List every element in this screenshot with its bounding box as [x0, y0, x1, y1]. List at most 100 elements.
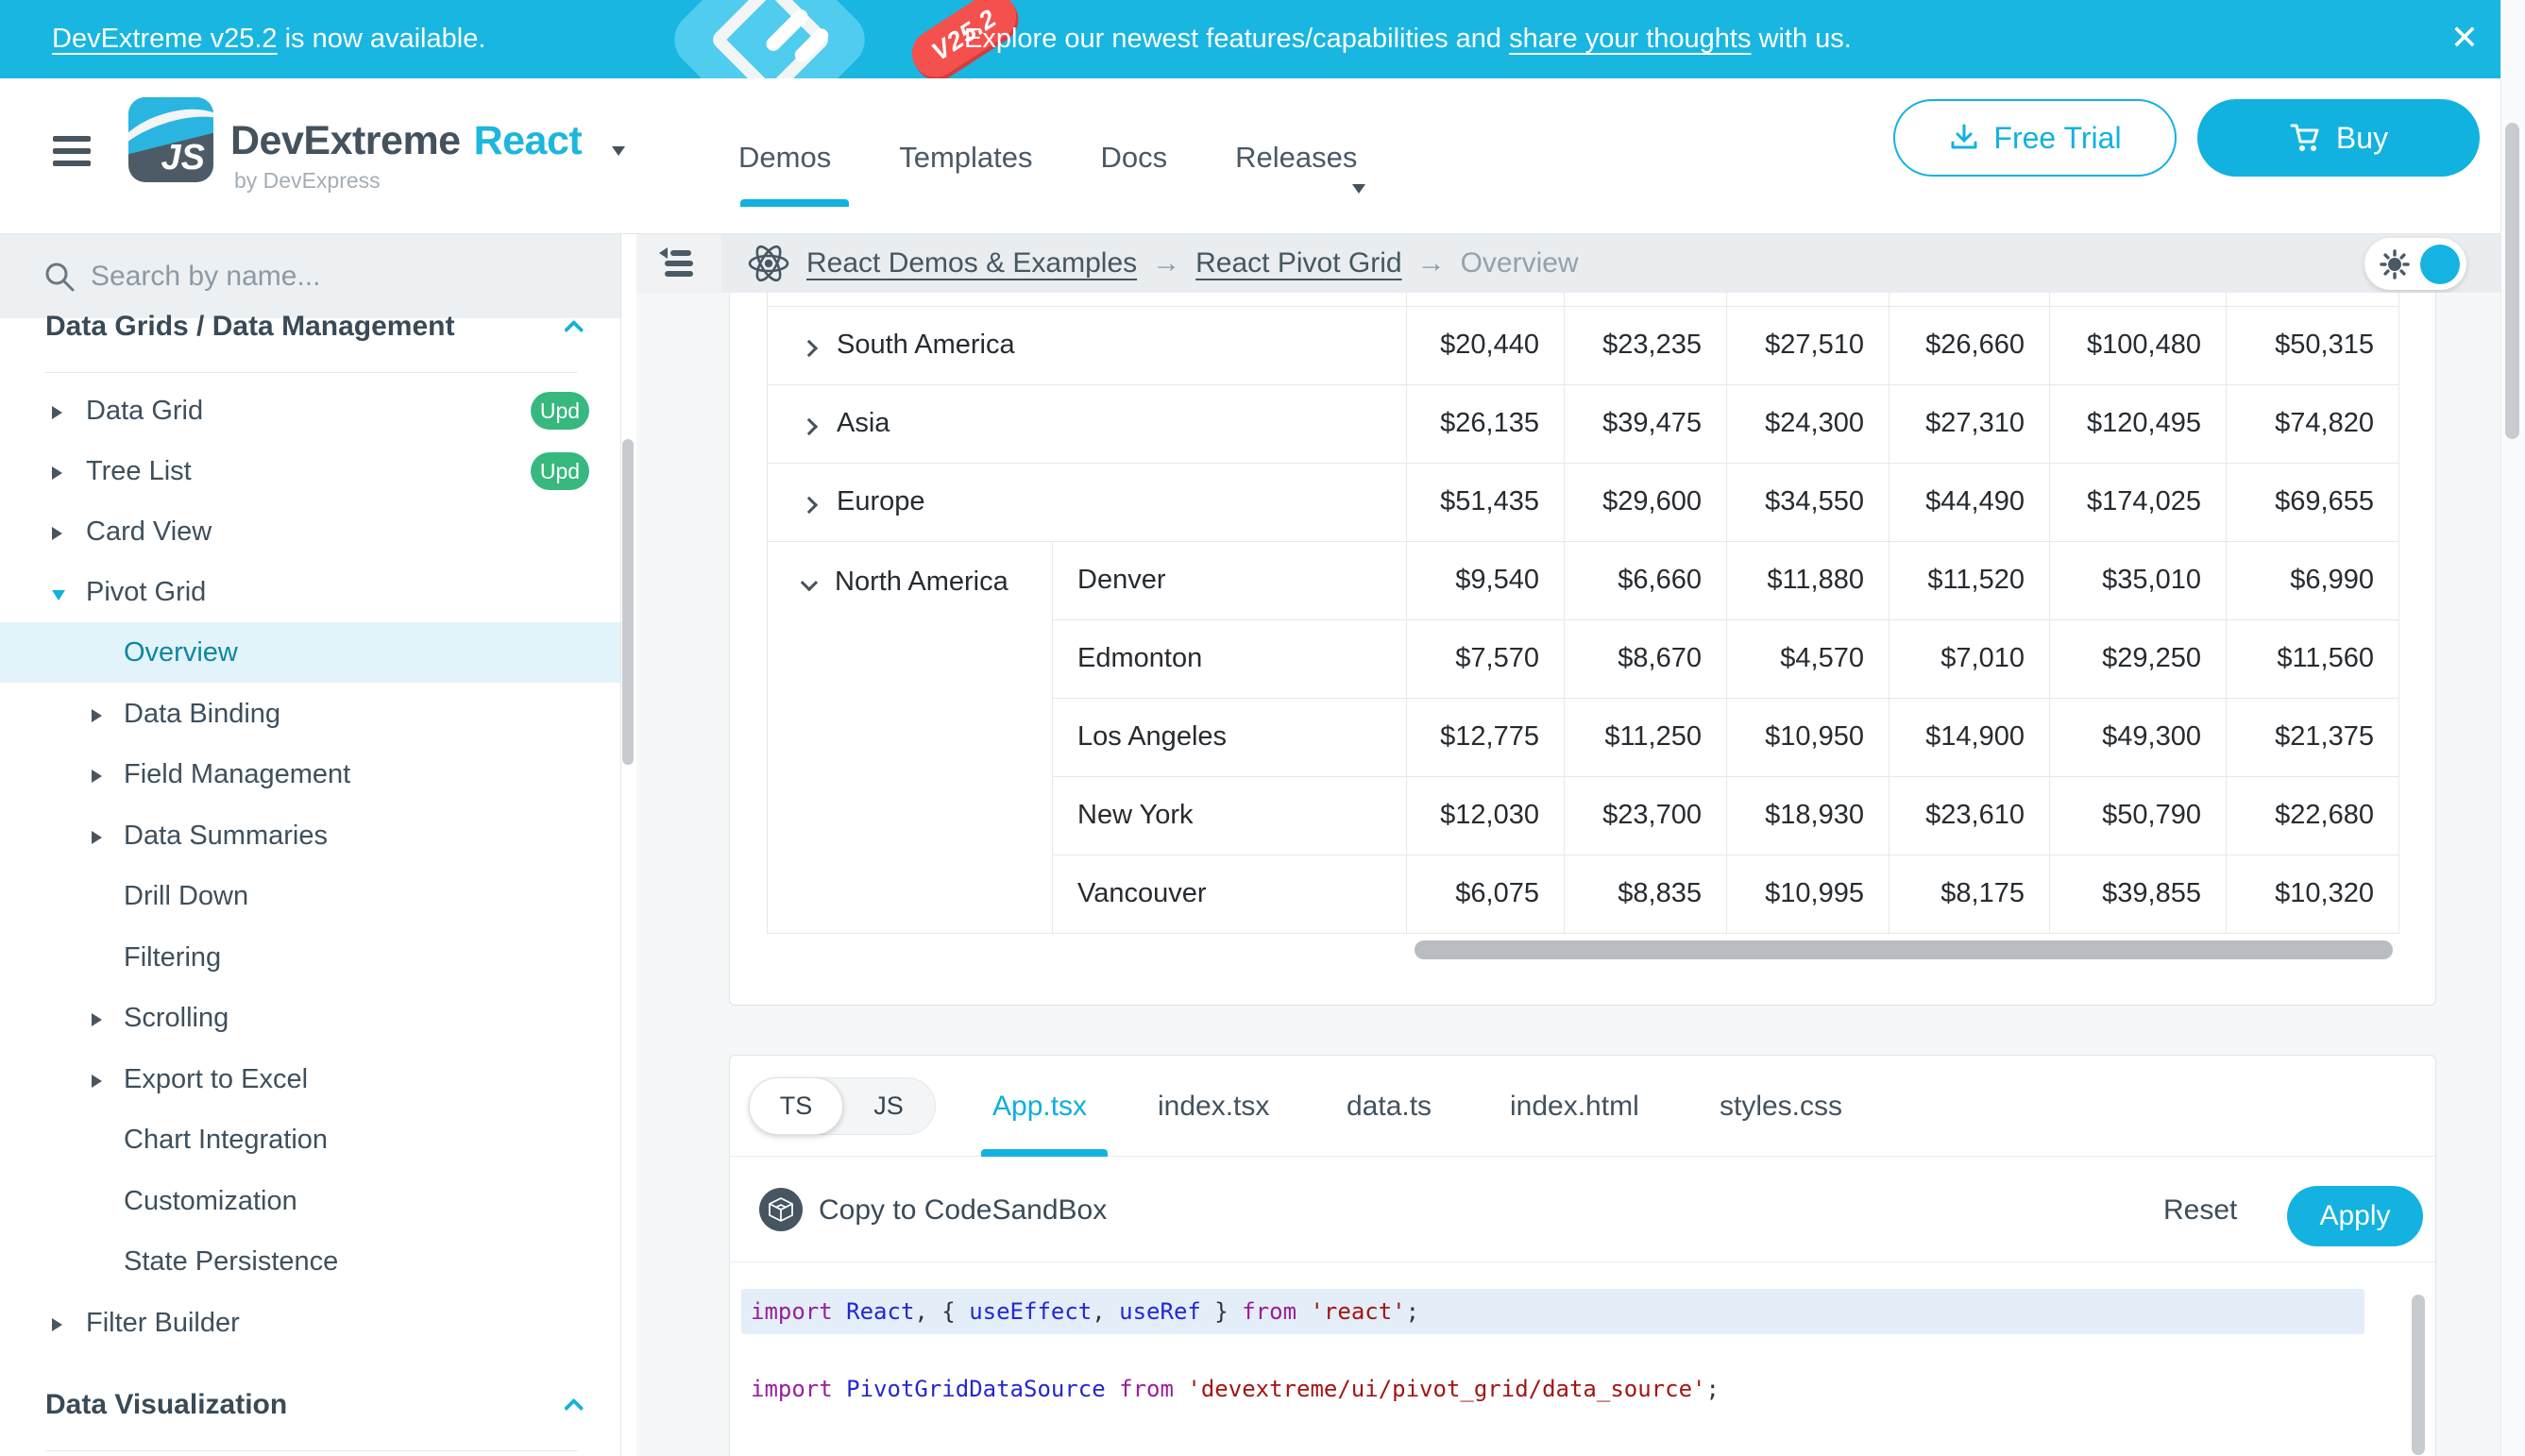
free-trial-button[interactable]: Free Trial	[1893, 99, 2177, 177]
code-line: import PivotGridDataSource from 'devextr…	[751, 1376, 1720, 1402]
nav-releases[interactable]: Releases	[1235, 141, 1357, 175]
caret-right-icon	[52, 406, 62, 419]
caret-down-icon	[52, 590, 65, 601]
banner-version-link[interactable]: DevExtreme v25.2	[52, 24, 278, 54]
framework-name: React	[474, 118, 583, 163]
expand-row-south-america[interactable]: South America	[768, 306, 1407, 384]
hamburger-menu-icon[interactable]	[53, 136, 91, 175]
active-nav-underline	[740, 199, 849, 207]
table-row-asia: Asia $26,135 $39,475 $24,300 $27,310 $12…	[768, 384, 2399, 463]
buy-button[interactable]: Buy	[2197, 99, 2480, 177]
framework-dropdown-caret-icon[interactable]	[612, 146, 625, 156]
sidebar-item-state-persistence[interactable]: State Persistence	[0, 1231, 620, 1292]
expand-row-europe[interactable]: Europe	[768, 463, 1407, 541]
chevron-up-icon	[564, 319, 584, 339]
breadcrumb-separator: →	[1152, 247, 1180, 279]
sidebar-item-tree-list[interactable]: Tree List Upd	[0, 441, 620, 501]
brand-title[interactable]: DevExtremeReact	[230, 118, 582, 164]
app-root: DevExtreme v25.2 is now available. V25.2…	[0, 0, 2525, 1456]
code-line: import React, { useEffect, useRef } from…	[751, 1298, 1419, 1325]
react-icon	[746, 241, 791, 286]
sidebar-item-card-view[interactable]: Card View	[0, 501, 620, 562]
sidebar-item-export-to-excel[interactable]: Export to Excel	[0, 1049, 620, 1109]
nav-templates[interactable]: Templates	[899, 141, 1032, 175]
breadcrumb-separator: →	[1417, 247, 1446, 279]
sidebar-item-filter-builder[interactable]: Filter Builder	[0, 1293, 620, 1353]
table-row-denver: North America Denver $9,540 $6,660 $11,8…	[768, 541, 2399, 619]
caret-right-icon	[92, 1075, 102, 1088]
sidebar-section-data-visualization[interactable]: Data Visualization	[45, 1380, 584, 1430]
tab-app-tsx[interactable]: App.tsx	[992, 1091, 1087, 1123]
chevron-down-icon	[801, 573, 818, 590]
chevron-right-icon	[801, 418, 818, 435]
pivot-horizontal-scrollbar[interactable]	[1415, 940, 2393, 959]
code-editor[interactable]: import React, { useEffect, useRef } from…	[730, 1262, 2435, 1456]
nav-docs[interactable]: Docs	[1101, 141, 1168, 175]
lang-js-option[interactable]: JS	[842, 1078, 935, 1134]
cart-icon	[2289, 123, 2321, 153]
sidebar-item-customization[interactable]: Customization	[0, 1171, 620, 1231]
upd-badge: Upd	[531, 392, 589, 430]
sidebar-item-chart-integration[interactable]: Chart Integration	[0, 1109, 620, 1170]
divider	[45, 372, 578, 373]
sidebar-divider	[620, 234, 621, 1456]
banner-left-text: DevExtreme v25.2 is now available.	[52, 0, 485, 78]
sidebar-item-drill-down[interactable]: Drill Down	[0, 866, 620, 926]
codesandbox-icon[interactable]	[759, 1188, 803, 1231]
sidebar-item-scrolling[interactable]: Scrolling	[0, 988, 620, 1048]
pivot-grid-table: South America $20,440 $23,235 $27,510 $2…	[767, 293, 2399, 934]
tab-styles-css[interactable]: styles.css	[1720, 1091, 1842, 1123]
code-panel: TS JS App.tsx index.tsx data.ts index.ht…	[729, 1055, 2436, 1456]
main-header: JS DevExtremeReact by DevExpress Demos T…	[0, 78, 2500, 234]
sidebar-item-data-summaries[interactable]: Data Summaries	[0, 805, 620, 866]
active-tab-underline	[981, 1149, 1108, 1157]
chevron-right-icon	[801, 497, 818, 514]
chevron-up-icon	[564, 1397, 584, 1417]
promo-banner: DevExtreme v25.2 is now available. V25.2…	[0, 0, 2500, 78]
divider	[45, 1450, 578, 1451]
sidebar-item-pivot-grid[interactable]: Pivot Grid	[0, 562, 620, 622]
share-thoughts-link[interactable]: share your thoughts	[1509, 24, 1751, 54]
main-nav: Demos Templates Docs Releases	[738, 141, 1357, 175]
table-row-south-america: South America $20,440 $23,235 $27,510 $2…	[768, 306, 2399, 384]
sidebar-scrollbar[interactable]	[622, 439, 634, 765]
banner-close-icon[interactable]: ✕	[2436, 0, 2493, 78]
devextreme-js-logo[interactable]: JS	[128, 97, 213, 182]
breadcrumb: React Demos & Examples → React Pivot Gri…	[746, 234, 1579, 293]
chevron-right-icon	[801, 340, 818, 357]
sidebar-item-overview[interactable]: Overview	[0, 622, 620, 683]
breadcrumb-pivotgrid-link[interactable]: React Pivot Grid	[1195, 247, 1401, 279]
collapse-panel-icon	[657, 245, 701, 282]
releases-caret-icon[interactable]	[1352, 184, 1365, 194]
nav-demos[interactable]: Demos	[738, 141, 831, 175]
sidebar-item-filtering[interactable]: Filtering	[0, 927, 620, 988]
collapse-demo-panel-button[interactable]	[636, 234, 721, 293]
sidebar-item-data-binding[interactable]: Data Binding	[0, 684, 620, 744]
table-row-clipped	[768, 293, 2399, 306]
lang-ts-option[interactable]: TS	[749, 1077, 843, 1135]
sun-icon	[2380, 249, 2410, 279]
theme-toggle[interactable]	[2364, 238, 2466, 290]
sidebar-section-data-grids[interactable]: Data Grids / Data Management	[45, 302, 584, 351]
theme-toggle-knob[interactable]	[2420, 245, 2460, 284]
copy-to-codesandbox-button[interactable]: Copy to CodeSandBox	[819, 1194, 1107, 1227]
banner-message: Explore our newest features/capabilities…	[964, 0, 1852, 78]
caret-right-icon	[52, 466, 62, 480]
page-scrollbar-thumb[interactable]	[2505, 123, 2519, 439]
code-toolbar: Copy to CodeSandBox Reset Apply	[730, 1157, 2435, 1262]
code-scrollbar[interactable]	[2412, 1295, 2425, 1455]
search-placeholder: Search by name...	[91, 261, 320, 293]
byline: by DevExpress	[234, 168, 381, 194]
reset-button[interactable]: Reset	[2163, 1194, 2237, 1227]
sidebar-item-data-grid[interactable]: Data Grid Upd	[0, 381, 620, 441]
tab-index-tsx[interactable]: index.tsx	[1158, 1091, 1269, 1123]
expand-row-asia[interactable]: Asia	[768, 384, 1407, 463]
apply-button[interactable]: Apply	[2287, 1186, 2423, 1246]
sidebar-item-field-management[interactable]: Field Management	[0, 744, 620, 804]
tab-data-ts[interactable]: data.ts	[1347, 1091, 1432, 1123]
language-toggle[interactable]: TS JS	[749, 1077, 936, 1135]
breadcrumb-demos-link[interactable]: React Demos & Examples	[806, 247, 1137, 279]
collapse-row-north-america[interactable]: North America	[768, 541, 1053, 933]
tab-index-html[interactable]: index.html	[1510, 1091, 1639, 1123]
caret-right-icon	[92, 709, 102, 722]
